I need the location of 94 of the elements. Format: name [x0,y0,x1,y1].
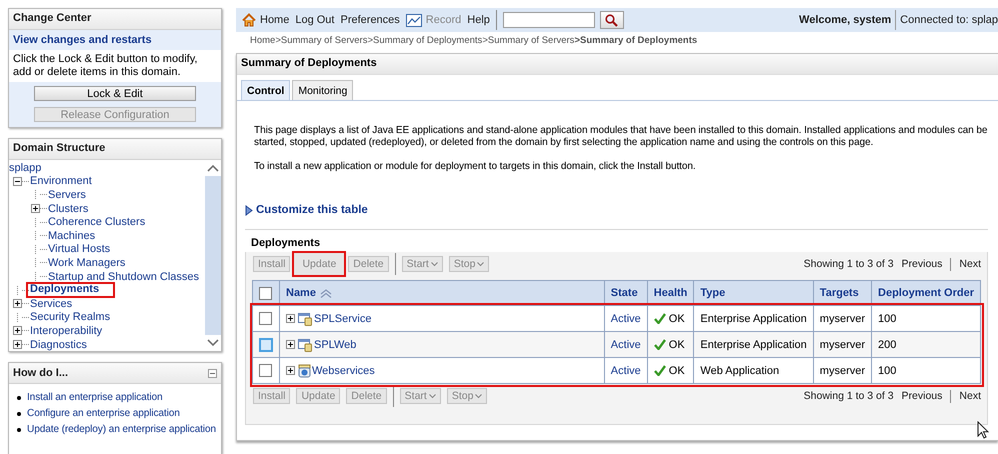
check-icon [654,338,666,350]
breadcrumb-link[interactable]: >Summary of Servers [275,35,368,46]
previous-link[interactable]: Previous [902,258,942,270]
panel-title: Domain Structure [9,139,221,160]
help-link[interactable]: Update (redeploy) an enterprise application [27,424,216,435]
search-button[interactable] [600,11,624,29]
health-text: OK [668,338,685,350]
next-link[interactable]: Next [959,258,981,270]
nav-link[interactable]: Home [242,13,290,27]
description-text: To install a new application or module for deployment to targets in this domain, click the Install button. [254,161,697,173]
bullet-icon [17,412,21,416]
row-checkbox[interactable] [259,364,272,377]
expand-icon [286,340,295,349]
sort-icon [320,288,332,298]
caret-icon [475,394,482,398]
tree-item[interactable]: Environment [30,175,92,188]
column-header[interactable]: Type [700,287,726,299]
tree-item[interactable]: Clusters [48,202,88,215]
column-header[interactable]: Name [286,287,316,299]
check-icon [654,312,666,324]
scroll-thumb[interactable] [205,176,221,335]
scroll-down-icon [207,339,219,347]
table-cell: 100 [878,364,896,376]
table-title: Deployments [245,230,988,252]
caret-icon [428,394,436,398]
tree-item[interactable]: Startup and Shutdown Classes [48,270,200,283]
table-cell: Web Application [700,364,780,376]
table-cell: myserver [820,312,866,324]
page-title: Summary of Deployments [237,54,998,75]
nav-link[interactable]: Help [467,14,490,26]
search-field[interactable] [502,12,595,28]
bullet-icon [17,428,21,432]
expand-icon [286,366,295,375]
row-checkbox[interactable] [259,312,272,325]
connection-text: Connected to: splap [900,14,998,26]
tab[interactable]: Control [241,80,290,100]
row-checkbox[interactable] [259,338,273,352]
expand-arrow-icon [245,204,253,216]
help-link[interactable]: Install an enterprise application [27,392,162,403]
instruction-text: Click the Lock & Edit button to modify, add or delete items in this domain. [12,52,198,80]
tree-item[interactable]: Interoperability [30,324,102,337]
help-link[interactable]: Configure an enterprise application [27,408,180,419]
chart-icon [406,14,422,26]
config-button[interactable]: Lock & Edit [34,86,196,101]
home-icon [242,13,256,27]
scroll-up-icon [207,164,219,172]
tree-item[interactable]: Deployments [26,282,116,298]
deployment-link[interactable]: SPLWeb [314,338,356,350]
table-cell: Enterprise Application [700,312,807,324]
scrollbar[interactable] [205,160,221,351]
breadcrumb-link[interactable]: >Summary of Deployments [367,35,482,46]
tree-item[interactable]: Machines [48,230,96,242]
description-text: This page displays a list of Java EE applications and stand-alone application modules that have been installed to this domain. Installed applications and modules can be started, stopped, updated (redeployed), or deleted from the domain by first selecting the application name and using the controls on this page. [254,125,988,149]
previous-link[interactable]: Previous [902,390,942,402]
check-icon [654,364,666,376]
tree-item[interactable]: Security Realms [30,311,110,324]
health-text: OK [668,312,685,324]
next-link[interactable]: Next [959,390,981,402]
table-cell: 100 [878,312,896,324]
pagination-text: Showing 1 to 3 of 3 [804,390,894,402]
application-icon [298,312,313,326]
tree-item[interactable]: splapp [9,162,42,174]
expand-icon [286,314,295,323]
tree-item[interactable]: Services [30,298,72,310]
caret-icon [430,262,438,266]
bullet-icon [17,396,21,400]
customize-link[interactable]: Customize this table [256,204,368,216]
search-icon [605,14,618,26]
deployment-link[interactable]: SPLService [314,312,372,324]
welcome-text: Welcome, system [799,14,892,26]
tree-item[interactable]: Coherence Clusters [48,216,146,228]
tree-item[interactable]: Work Managers [48,256,126,269]
tree-item[interactable]: Diagnostics [30,338,87,351]
pagination-text: Showing 1 to 3 of 3 [804,258,894,270]
tree-item[interactable]: Virtual Hosts [48,243,110,256]
tree-item[interactable]: Servers [48,188,86,201]
nav-link[interactable]: Preferences [340,14,400,26]
view-changes-link[interactable]: View changes and restarts [9,30,221,50]
collapse-icon [208,368,217,378]
deployment-link[interactable]: Webservices [312,364,375,376]
breadcrumb-link[interactable]: Home [250,35,276,46]
web-module-icon [298,364,311,378]
table-cell: myserver [820,364,866,376]
table-cell: Enterprise Application [700,338,807,350]
select-all-checkbox[interactable] [259,286,272,300]
tab[interactable]: Monitoring [292,80,354,100]
panel-title: Change Center [9,9,221,30]
nav-link[interactable]: Log Out [295,14,334,26]
health-text: OK [668,364,685,376]
caret-icon [477,262,484,266]
table-cell: 200 [878,338,896,350]
panel-title: How do I... [13,367,68,379]
application-icon [298,338,313,352]
table-cell: myserver [820,338,866,350]
